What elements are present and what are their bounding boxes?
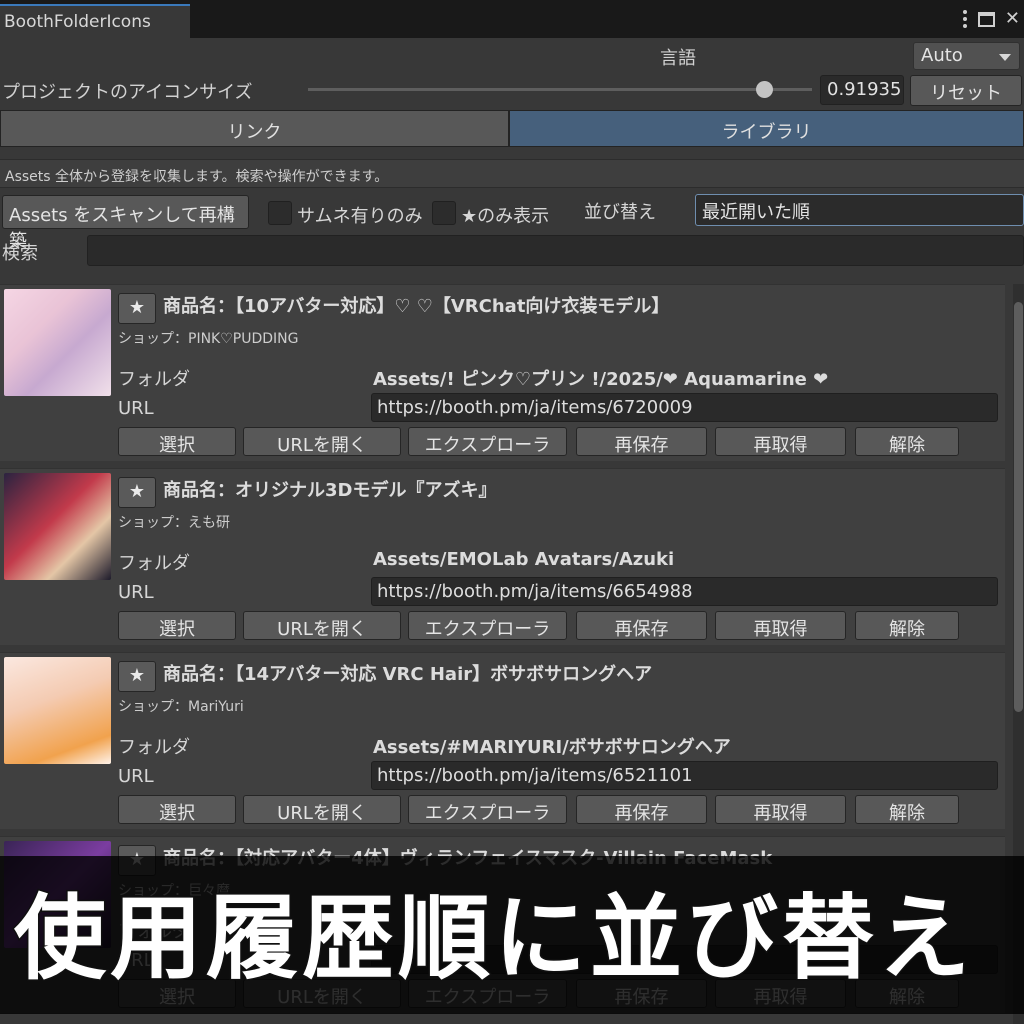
star-only-label: ★のみ表示 bbox=[461, 206, 550, 227]
unlink-button[interactable]: 解除 bbox=[855, 795, 959, 824]
window-controls: ✕ bbox=[962, 8, 1020, 30]
reset-button[interactable]: リセット bbox=[910, 75, 1022, 106]
favorite-star-button[interactable]: ★ bbox=[118, 293, 156, 324]
chevron-down-icon bbox=[999, 54, 1011, 61]
product-title: 商品名：【14アバター対応 VRC Hair】ボサボサロングヘア bbox=[163, 664, 653, 685]
tab-library[interactable]: ライブラリ bbox=[509, 110, 1024, 147]
resave-button[interactable]: 再保存 bbox=[576, 611, 707, 640]
folder-path: Assets/EMOLab Avatars/Azuki bbox=[373, 549, 675, 570]
list-item: ★ 商品名：オリジナル3Dモデル『アズキ』ショップ：えも研フォルダ Assets/E… bbox=[0, 468, 1005, 645]
caption-banner: 使用履歴順に並び替え bbox=[0, 856, 1024, 1014]
window-tab-strip: BoothFolderIcons ✕ bbox=[0, 0, 1024, 38]
library-description: Assets 全体から登録を収集します。検索や操作ができます。 bbox=[0, 159, 1024, 188]
open-url-button[interactable]: URLを開く bbox=[243, 611, 401, 640]
url-label: URL bbox=[118, 398, 154, 419]
scan-rebuild-button[interactable]: Assets をスキャンして再構築 bbox=[2, 195, 249, 252]
open-url-button[interactable]: URLを開く bbox=[243, 795, 401, 824]
unlink-button[interactable]: 解除 bbox=[855, 427, 959, 456]
unlink-button[interactable]: 解除 bbox=[855, 611, 959, 640]
select-button[interactable]: 選択 bbox=[118, 611, 236, 640]
product-thumbnail[interactable] bbox=[4, 657, 111, 764]
refetch-button[interactable]: 再取得 bbox=[715, 611, 846, 640]
product-title: 商品名：オリジナル3Dモデル『アズキ』 bbox=[163, 480, 497, 501]
url-label: URL bbox=[118, 766, 154, 787]
favorite-star-button[interactable]: ★ bbox=[118, 477, 156, 508]
explorer-button[interactable]: エクスプローラ bbox=[408, 795, 567, 824]
folder-label: フォルダ bbox=[118, 737, 190, 758]
folder-label: フォルダ bbox=[118, 553, 190, 574]
resave-button[interactable]: 再保存 bbox=[576, 795, 707, 824]
more-options-icon[interactable] bbox=[962, 10, 968, 28]
favorite-star-button[interactable]: ★ bbox=[118, 661, 156, 692]
language-label: 言語 bbox=[660, 48, 696, 69]
caption-text: 使用履歴順に並び替え bbox=[12, 884, 975, 994]
url-field[interactable]: https://booth.pm/ja/items/6654988 bbox=[371, 577, 998, 606]
select-button[interactable]: 選択 bbox=[118, 427, 236, 456]
sort-label: 並び替え bbox=[584, 202, 656, 223]
url-field[interactable]: https://booth.pm/ja/items/6720009 bbox=[371, 393, 998, 422]
explorer-button[interactable]: エクスプローラ bbox=[408, 427, 567, 456]
open-url-button[interactable]: URLを開く bbox=[243, 427, 401, 456]
sort-dropdown[interactable]: 最近開いた順 bbox=[695, 194, 1024, 226]
resave-button[interactable]: 再保存 bbox=[576, 427, 707, 456]
folder-path: Assets/! ピンク♡プリン !/2025/❤ Aquamarine ❤ bbox=[373, 369, 829, 390]
refetch-button[interactable]: 再取得 bbox=[715, 795, 846, 824]
product-thumbnail[interactable] bbox=[4, 289, 111, 396]
select-button[interactable]: 選択 bbox=[118, 795, 236, 824]
window-tab[interactable]: BoothFolderIcons bbox=[0, 4, 190, 38]
folder-path: Assets/#MARIYURI/ボサボサロングヘア bbox=[373, 737, 731, 758]
tab-link[interactable]: リンク bbox=[0, 110, 509, 147]
list-item: ★ 商品名：【10アバター対応】♡ ♡【VRChat向け衣装モデル】ショップ：PI… bbox=[0, 284, 1005, 461]
shop-name: ショップ：PINK♡PUDDING bbox=[118, 331, 299, 347]
url-field[interactable]: https://booth.pm/ja/items/6521101 bbox=[371, 761, 998, 790]
close-icon[interactable]: ✕ bbox=[1005, 8, 1020, 30]
star-only-checkbox[interactable] bbox=[432, 201, 456, 225]
product-thumbnail[interactable] bbox=[4, 473, 111, 580]
icon-size-slider[interactable] bbox=[308, 88, 812, 91]
folder-label: フォルダ bbox=[118, 369, 190, 390]
scrollbar-thumb[interactable] bbox=[1014, 302, 1023, 712]
explorer-button[interactable]: エクスプローラ bbox=[408, 611, 567, 640]
list-item: ★ 商品名：【14アバター対応 VRC Hair】ボサボサロングヘアショップ：Ma… bbox=[0, 652, 1005, 829]
icon-size-field[interactable]: 0.91935 bbox=[820, 75, 904, 105]
shop-name: ショップ：MariYuri bbox=[118, 699, 244, 715]
language-value: Auto bbox=[921, 45, 963, 66]
product-title: 商品名：【10アバター対応】♡ ♡【VRChat向け衣装モデル】 bbox=[163, 296, 670, 317]
maximize-icon[interactable] bbox=[977, 11, 995, 27]
search-input[interactable] bbox=[87, 235, 1024, 266]
language-dropdown[interactable]: Auto bbox=[913, 42, 1020, 70]
thumb-only-label: サムネ有りのみ bbox=[297, 206, 423, 227]
icon-size-label: プロジェクトのアイコンサイズ bbox=[2, 82, 253, 103]
refetch-button[interactable]: 再取得 bbox=[715, 427, 846, 456]
tab-bar: リンク ライブラリ bbox=[0, 110, 1024, 147]
search-label: 検索 bbox=[2, 243, 38, 264]
url-label: URL bbox=[118, 582, 154, 603]
thumb-only-checkbox[interactable] bbox=[268, 201, 292, 225]
icon-size-slider-handle[interactable] bbox=[756, 81, 774, 98]
shop-name: ショップ：えも研 bbox=[118, 515, 230, 531]
